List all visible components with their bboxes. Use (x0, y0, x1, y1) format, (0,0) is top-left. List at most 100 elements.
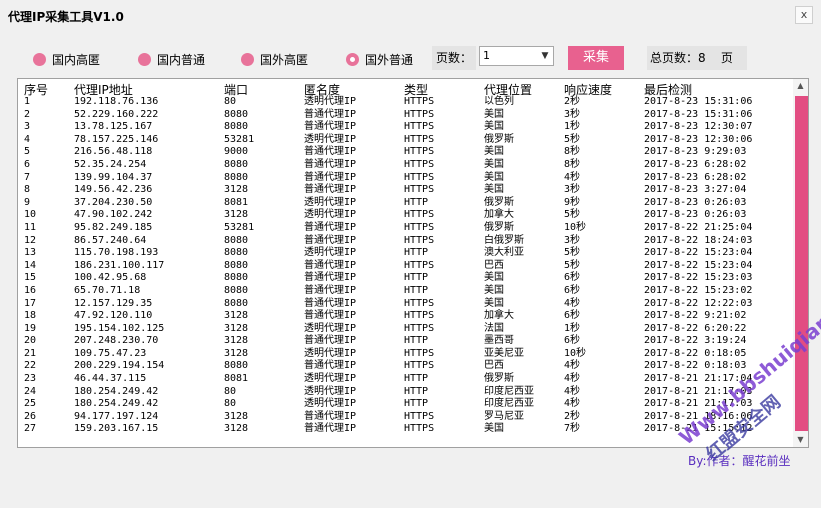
chevron-down-icon[interactable]: ▼ (539, 49, 551, 63)
table-cell: 巴西 (484, 259, 504, 271)
table-row[interactable]: 20 207.248.230.70 3128 普通代理IP HTTP 墨西哥 6秒 2017-… (18, 335, 792, 348)
radio-foreign-normal[interactable]: 国外普通 (346, 52, 413, 67)
table-cell: 2017-8-22 15:23:04 (644, 247, 753, 259)
table-cell: 4秒 (564, 171, 581, 183)
table-cell: 4秒 (564, 385, 581, 397)
table-cell: 普通代理IP (304, 234, 357, 246)
table-cell: 普通代理IP (304, 310, 357, 322)
table-row[interactable]: 19 195.154.102.125 3128 透明代理IP HTTPS 法国 1秒 2017… (18, 323, 792, 336)
table-cell: 8080 (224, 259, 249, 271)
table-cell: 11 (24, 221, 37, 233)
close-button[interactable]: x (795, 6, 813, 24)
table-cell: 5秒 (564, 133, 581, 145)
table-cell: HTTPS (404, 171, 435, 183)
vertical-scrollbar[interactable]: ▲ ▼ (793, 79, 808, 447)
scroll-up-icon[interactable]: ▲ (793, 79, 808, 93)
table-cell: 14 (24, 259, 37, 271)
table-row[interactable]: 4 78.157.225.146 53281 透明代理IP HTTPS 俄罗斯 5秒 2017… (18, 134, 792, 147)
table-cell: 8080 (224, 360, 249, 372)
table-row[interactable]: 24 180.254.249.42 80 透明代理IP HTTP 印度尼西亚 4秒 2017-… (18, 386, 792, 399)
radio-label: 国外高匿 (260, 52, 309, 67)
table-cell: HTTPS (404, 259, 435, 271)
table-row[interactable]: 11 95.82.249.185 53281 普通代理IP HTTPS 俄罗斯 10秒 201… (18, 222, 792, 235)
table-cell: 22 (24, 360, 37, 372)
table-cell: 4秒 (564, 373, 581, 385)
table-cell: 6秒 (564, 284, 581, 296)
table-header: 序号 代理IP地址 端口 匿名度 类型 代理位置 响应速度 最后检测 (18, 79, 808, 97)
table-row[interactable]: 18 47.92.120.110 3128 普通代理IP HTTPS 加拿大 6秒 2017-… (18, 310, 792, 323)
table-cell: 2017-8-22 9:21:02 (644, 310, 747, 322)
table-cell: 115.70.198.193 (74, 247, 159, 259)
scroll-down-icon[interactable]: ▼ (793, 433, 808, 447)
proxy-table[interactable]: 序号 代理IP地址 端口 匿名度 类型 代理位置 响应速度 最后检测 1 192.… (17, 78, 809, 448)
table-row[interactable]: 7 139.99.104.37 8080 普通代理IP HTTPS 美国 4秒 2017-8-… (18, 172, 792, 185)
table-row[interactable]: 1 192.118.76.136 80 透明代理IP HTTPS 以色列 2秒 2017-8-… (18, 96, 792, 109)
table-row[interactable]: 26 94.177.197.124 3128 普通代理IP HTTPS 罗马尼亚 2秒 201… (18, 411, 792, 424)
radio-domestic-normal[interactable]: 国内普通 (138, 52, 205, 67)
table-cell: 2017-8-22 21:25:04 (644, 221, 753, 233)
page-select[interactable]: 1 ▼ (479, 46, 554, 66)
table-cell: 3128 (224, 322, 249, 334)
table-cell: 216.56.48.118 (74, 146, 153, 158)
table-cell: 普通代理IP (304, 410, 357, 422)
table-cell: 8081 (224, 196, 249, 208)
table-row[interactable]: 22 200.229.194.154 8080 普通代理IP HTTPS 巴西 4秒 2017… (18, 360, 792, 373)
table-cell: HTTPS (404, 108, 435, 120)
table-cell: 俄罗斯 (484, 133, 514, 145)
table-row[interactable]: 14 186.231.100.117 8080 普通代理IP HTTPS 巴西 5秒 2017… (18, 260, 792, 273)
table-cell: 墨西哥 (484, 335, 514, 347)
scroll-thumb[interactable] (795, 96, 808, 431)
table-cell: 透明代理IP (304, 347, 357, 359)
collect-button[interactable]: 采集 (568, 46, 624, 70)
table-cell: 3128 (224, 209, 249, 221)
table-cell: 2017-8-22 12:22:03 (644, 297, 753, 309)
table-cell: 12.157.129.35 (74, 297, 153, 309)
table-cell: 8 (24, 184, 31, 196)
table-row[interactable]: 5 216.56.48.118 9000 普通代理IP HTTPS 美国 8秒 2017-8-… (18, 146, 792, 159)
table-cell: HTTPS (404, 410, 435, 422)
table-row[interactable]: 16 65.70.71.18 8080 普通代理IP HTTP 美国 6秒 2017-8-22… (18, 285, 792, 298)
table-row[interactable]: 23 46.44.37.115 8081 透明代理IP HTTP 俄罗斯 4秒 2017-8-… (18, 373, 792, 386)
table-cell: 亚美尼亚 (484, 347, 524, 359)
table-cell: 普通代理IP (304, 108, 357, 120)
table-row[interactable]: 8 149.56.42.236 3128 普通代理IP HTTPS 美国 3秒 2017-8-… (18, 184, 792, 197)
table-cell: 1秒 (564, 121, 581, 133)
table-cell: 3128 (224, 410, 249, 422)
table-row[interactable]: 6 52.35.24.254 8080 普通代理IP HTTPS 美国 8秒 2017-8-2… (18, 159, 792, 172)
table-cell: 26 (24, 410, 37, 422)
table-row[interactable]: 10 47.90.102.242 3128 透明代理IP HTTPS 加拿大 5秒 2017-… (18, 209, 792, 222)
table-row[interactable]: 21 109.75.47.23 3128 透明代理IP HTTPS 亚美尼亚 10秒 2017… (18, 348, 792, 361)
radio-dot-icon (241, 52, 254, 66)
table-cell: 美国 (484, 108, 504, 120)
table-row[interactable]: 25 180.254.249.42 80 透明代理IP HTTP 印度尼西亚 4秒 2017-… (18, 398, 792, 411)
table-cell: HTTPS (404, 96, 435, 107)
table-row[interactable]: 12 86.57.240.64 8080 普通代理IP HTTPS 白俄罗斯 3秒 2017-… (18, 235, 792, 248)
table-cell: 8080 (224, 171, 249, 183)
table-row[interactable]: 17 12.157.129.35 8080 普通代理IP HTTPS 美国 4秒 2017-8… (18, 298, 792, 311)
table-cell: 罗马尼亚 (484, 410, 524, 422)
table-row[interactable]: 3 13.78.125.167 8080 普通代理IP HTTPS 美国 1秒 2017-8-… (18, 121, 792, 134)
table-cell: HTTPS (404, 133, 435, 145)
radio-label: 国内高匿 (52, 52, 101, 67)
table-row[interactable]: 27 159.203.167.15 3128 普通代理IP HTTPS 美国 7秒 2017-… (18, 423, 792, 436)
table-cell: 21 (24, 347, 37, 359)
radio-foreign-elite[interactable]: 国外高匿 (241, 52, 309, 67)
table-cell: 80 (224, 96, 237, 107)
table-cell: 美国 (484, 171, 504, 183)
table-cell: HTTP (404, 196, 429, 208)
table-cell: 3128 (224, 335, 249, 347)
radio-domestic-elite[interactable]: 国内高匿 (33, 52, 101, 67)
table-cell: 美国 (484, 297, 504, 309)
table-row[interactable]: 15 100.42.95.68 8080 普通代理IP HTTP 美国 6秒 2017-8-2… (18, 272, 792, 285)
table-row[interactable]: 9 37.204.230.50 8081 透明代理IP HTTP 俄罗斯 9秒 2017-8-… (18, 197, 792, 210)
table-cell: 47.92.120.110 (74, 310, 153, 322)
table-cell: 普通代理IP (304, 158, 357, 170)
table-cell: HTTPS (404, 184, 435, 196)
table-row[interactable]: 2 52.229.160.222 8080 普通代理IP HTTPS 美国 3秒 2017-8… (18, 109, 792, 122)
table-cell: 2017-8-22 3:19:24 (644, 335, 747, 347)
total-pages-suffix: 页 (720, 51, 733, 65)
table-cell: 27 (24, 423, 37, 435)
table-cell: 普通代理IP (304, 284, 357, 296)
table-row[interactable]: 13 115.70.198.193 8080 透明代理IP HTTP 澳大利亚 5秒 2017… (18, 247, 792, 260)
table-cell: 80 (224, 385, 237, 397)
